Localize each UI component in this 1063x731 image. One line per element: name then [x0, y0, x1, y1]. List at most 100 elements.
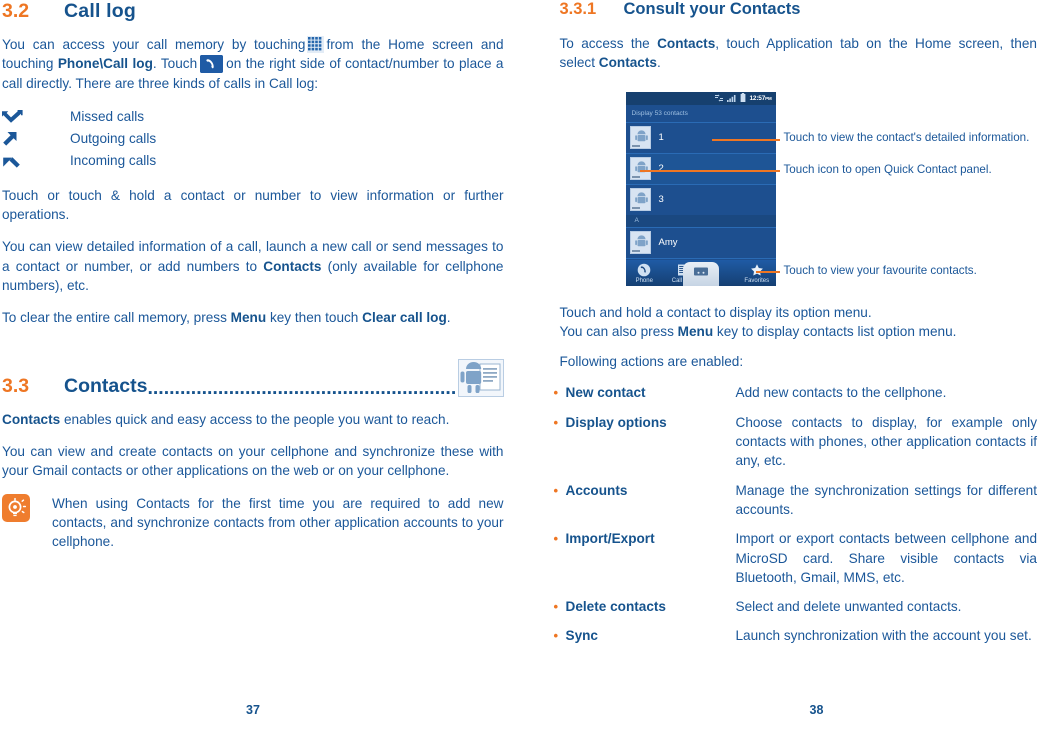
action-description: Choose contacts to display, for example …: [735, 414, 1038, 469]
call-type-label: Outgoing calls: [70, 131, 157, 147]
call-log-intro-paragraph: You can access your call memory by touch…: [2, 35, 504, 93]
clock-time: 12:57: [749, 94, 766, 102]
subsection-title: Consult your Contacts: [623, 0, 801, 18]
android-avatar[interactable]: [629, 231, 651, 255]
action-row: Display options Choose contacts to displ…: [554, 413, 1038, 471]
subsection-number: 3.3.1: [559, 0, 597, 18]
status-bar-time: 12:57PM: [750, 95, 772, 102]
annotation-text: Touch icon to open Quick Contact panel.: [783, 162, 992, 176]
leader-line-1: [711, 138, 780, 141]
clear-log-a: To clear the entire call memory, press: [2, 310, 231, 326]
contact-row[interactable]: 1: [625, 121, 776, 153]
alphabet-index-row: A: [625, 214, 776, 227]
section-title: Call log: [64, 0, 137, 22]
page-number-left: 37: [246, 703, 260, 717]
battery-icon: [740, 92, 746, 108]
access-a: To access the: [559, 36, 658, 51]
action-term: Display options: [554, 413, 736, 471]
subsection-heading-3-3-1: 3.3.1 Consult your Contacts: [560, 0, 1038, 19]
nav-label: Phone: [635, 277, 653, 284]
contacts-icon: [692, 264, 710, 283]
page-left: 3.2 Call log You can access your call mem…: [0, 0, 532, 731]
clear-log-b: key then touch: [266, 310, 363, 326]
clear-log-c: .: [446, 310, 451, 326]
nav-tab-contacts[interactable]: [682, 261, 719, 286]
nav-tab-phone[interactable]: Phone: [626, 263, 664, 286]
phone-icon: [626, 263, 664, 277]
contact-row[interactable]: Amy: [625, 226, 776, 258]
contacts-bold-lead: Contacts: [2, 411, 61, 427]
action-row: Delete contacts Select and delete unwant…: [554, 597, 1038, 617]
call-type-row-outgoing: Outgoing calls: [2, 128, 504, 150]
missed-call-icon: [2, 109, 70, 125]
action-description: Select and delete unwanted contacts.: [735, 599, 962, 615]
clock-meridiem: PM: [765, 95, 772, 101]
contact-name: 1: [658, 132, 664, 144]
annotation-favourites: Touch to view your favourite contacts.: [784, 264, 1044, 279]
action-description: Import or export contacts between cellph…: [735, 531, 1038, 585]
section-number: 3.2: [2, 0, 30, 22]
star-icon: [738, 263, 776, 277]
leader-line-2: [639, 169, 780, 172]
sync-icon: [714, 92, 723, 108]
call-type-label: Missed calls: [70, 109, 145, 125]
contact-row[interactable]: 2: [625, 152, 776, 184]
intro-text-c: . Touch: [152, 56, 198, 72]
action-term: New contact: [554, 383, 736, 403]
actions-definition-list: New contact Add new contacts to the cell…: [554, 383, 1038, 646]
option-menu-paragraph: Touch and hold a contact to display its …: [560, 303, 1038, 342]
view-detail-paragraph: You can view detailed information of a c…: [2, 237, 504, 295]
following-actions-paragraph: Following actions are enabled:: [559, 354, 744, 370]
annotation-text: Touch to view your favourite contacts.: [783, 263, 977, 277]
tip-text: When using Contacts for the first time y…: [52, 495, 504, 550]
android-avatar[interactable]: [629, 157, 651, 181]
action-row: Sync Launch synchronization with the acc…: [554, 626, 1038, 646]
action-description: Add new contacts to the cellphone.: [735, 385, 947, 401]
signal-icon: [726, 92, 736, 108]
call-handset-icon: [200, 55, 224, 74]
action-description: Manage the synchronization settings for …: [735, 482, 1038, 517]
contact-name: Amy: [658, 237, 678, 249]
contact-name: 2: [658, 163, 664, 175]
section-heading-3-2: 3.2 Call log: [2, 0, 504, 22]
contact-name: 3: [658, 194, 664, 206]
leader-line-3: [755, 270, 780, 273]
app-drawer-icon: [307, 36, 325, 53]
call-types-list: Missed calls Outgoing calls Incoming cal…: [2, 106, 504, 172]
nav-tab-favorites[interactable]: Favorites: [738, 263, 776, 286]
contacts-intro-paragraph: Contacts enables quick and easy access t…: [2, 410, 504, 429]
contact-row[interactable]: 3: [625, 183, 776, 215]
action-term: Delete contacts: [554, 597, 736, 617]
phone-screenshot: 12:57PM Display 53 contacts 1 2 3 A Amy …: [625, 91, 776, 286]
access-c: .: [656, 55, 661, 71]
annotation-text: Touch to view the contact's detailed inf…: [783, 130, 1030, 144]
clear-log-paragraph: To clear the entire call memory, press M…: [2, 308, 504, 327]
android-avatar[interactable]: [629, 188, 651, 212]
tip-box: When using Contacts for the first time y…: [2, 493, 504, 552]
call-type-row-missed: Missed calls: [2, 106, 504, 128]
menu-bold: Menu: [677, 323, 714, 339]
contacts-bold: Contacts: [263, 258, 322, 274]
action-term: Accounts: [554, 481, 736, 520]
contacts-sync-paragraph: You can view and create contacts on your…: [2, 443, 504, 479]
page-spread: 3.2 Call log You can access your call mem…: [0, 0, 1063, 731]
android-avatar[interactable]: [629, 126, 651, 150]
dot-leader: ........................................…: [147, 378, 455, 398]
annotation-quick-contact: Touch icon to open Quick Contact panel.: [784, 163, 1054, 178]
display-contacts-count: Display 53 contacts: [631, 109, 688, 117]
call-type-label: Incoming calls: [70, 153, 157, 169]
page-number-right: 38: [809, 703, 824, 717]
nav-label: Favorites: [744, 277, 770, 284]
contacts-screenshot-figure: 12:57PM Display 53 contacts 1 2 3 A Amy …: [560, 86, 1038, 291]
option-menu-line2-a: You can also press: [559, 323, 678, 339]
access-contacts-paragraph: To access the Contacts, touch Applicatio…: [560, 34, 1038, 73]
action-row: New contact Add new contacts to the cell…: [554, 383, 1038, 403]
phone-call-log-bold: Phone\Call log: [57, 56, 153, 72]
index-letter: A: [634, 217, 639, 225]
outgoing-call-icon: [2, 131, 70, 147]
phone-nav-bar: Phone Call log: [625, 259, 776, 286]
option-menu-line2-b: key to display contacts list option menu…: [713, 323, 957, 339]
action-description: Launch synchronization with the account …: [735, 628, 1032, 644]
option-menu-line1: Touch and hold a contact to display its …: [559, 304, 872, 320]
contacts-bold-1: Contacts: [657, 36, 716, 51]
